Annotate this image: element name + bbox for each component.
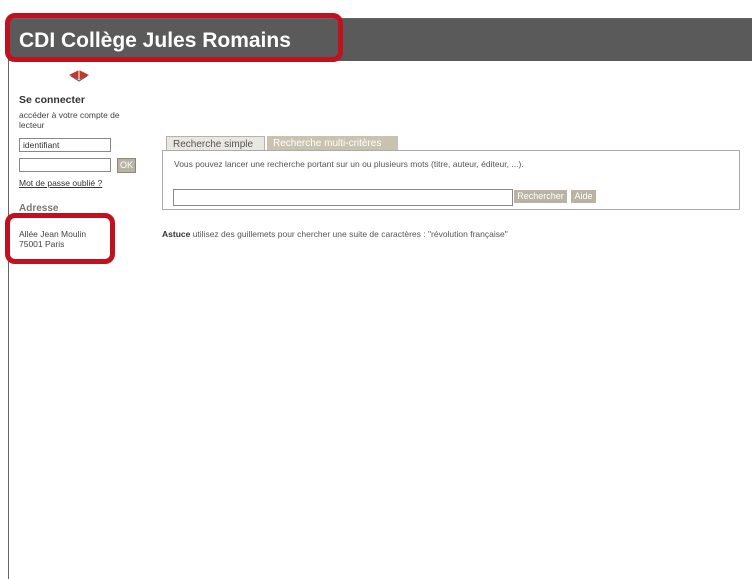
address-highlight-box: [5, 213, 115, 264]
search-button[interactable]: Rechercher: [514, 190, 567, 203]
help-button[interactable]: Aide: [571, 190, 596, 203]
page-frame: [8, 18, 752, 579]
login-title: Se connecter: [19, 94, 85, 106]
tab-multi-criteria-search[interactable]: Recherche multi-critères: [267, 136, 398, 151]
ok-button[interactable]: OK: [117, 158, 136, 173]
tip-text: utilisez des guillemets pour chercher un…: [190, 229, 508, 239]
password-input[interactable]: [19, 158, 111, 172]
search-input[interactable]: [173, 189, 513, 206]
tab-simple-search[interactable]: Recherche simple: [166, 136, 265, 151]
title-highlight-box: [5, 13, 343, 62]
username-input[interactable]: [19, 138, 111, 152]
book-icon: [69, 70, 89, 82]
forgot-password-link[interactable]: Mot de passe oublié ?: [19, 178, 102, 188]
search-tip: Astuce utilisez des guillemets pour cher…: [162, 229, 508, 239]
search-info-text: Vous pouvez lancer une recherche portant…: [174, 159, 524, 169]
tip-label: Astuce: [162, 229, 191, 239]
login-subtitle: accéder à votre compte de lecteur: [19, 110, 120, 130]
